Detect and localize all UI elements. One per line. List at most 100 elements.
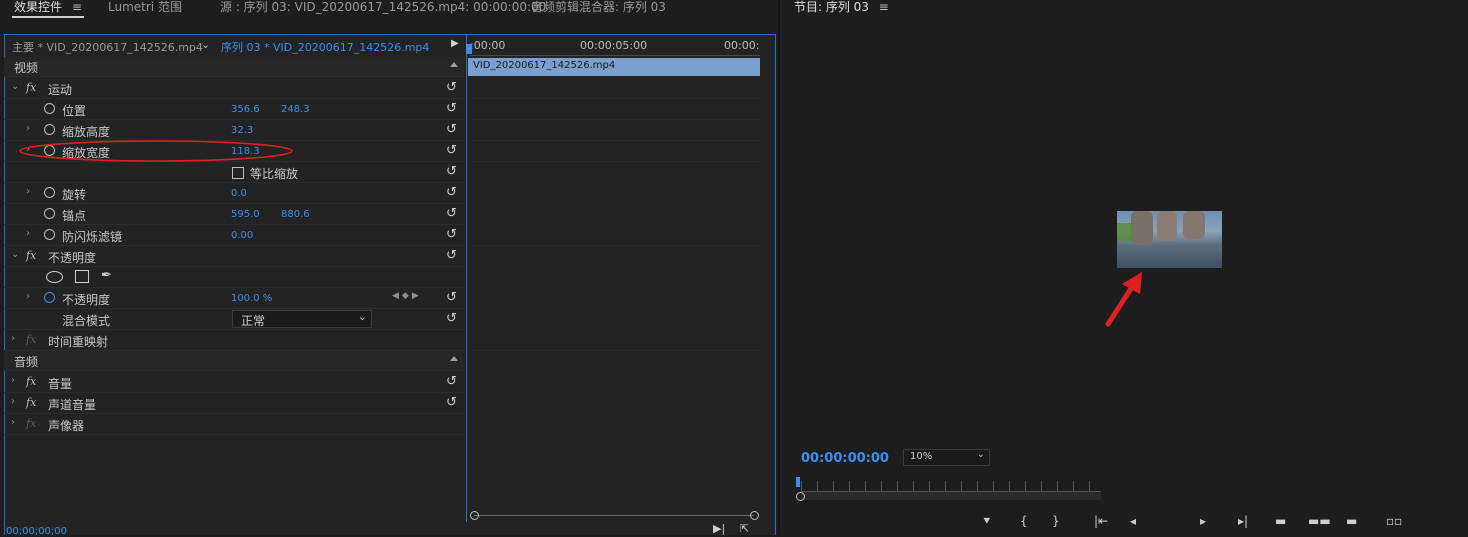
chevron-right-icon[interactable]: ›: [11, 375, 15, 386]
timeline-scrollbar[interactable]: [474, 515, 754, 516]
tab-audio-mixer[interactable]: 音频剪辑混合器: 序列 03: [531, 0, 666, 20]
effect-opacity[interactable]: ⌄ fx 不透明度 ↺: [4, 246, 464, 267]
section-video[interactable]: 视频: [4, 57, 464, 77]
section-video-label: 视频: [14, 61, 39, 75]
go-to-in-icon[interactable]: |⇤: [1094, 514, 1108, 528]
scale-height-value[interactable]: 32.3: [231, 125, 253, 136]
reset-icon[interactable]: ↺: [446, 311, 457, 326]
chevron-down-icon[interactable]: ⌄: [11, 249, 19, 260]
reset-icon[interactable]: ↺: [446, 248, 457, 263]
keyframe-nav-icon[interactable]: ◀◆▶: [392, 291, 422, 301]
fx-toggle-icon[interactable]: fx: [26, 249, 36, 262]
button-editor-icon[interactable]: ▫▫: [1386, 514, 1402, 528]
pen-mask-icon[interactable]: ✒: [101, 268, 112, 283]
sequence-dropdown-icon[interactable]: ⌄: [201, 38, 210, 51]
chevron-right-icon[interactable]: ›: [11, 417, 15, 428]
property-label: 锚点: [62, 209, 87, 223]
timeline-clip-name: VID_20200617_142526.mp4: [473, 60, 616, 71]
effect-panner-label: 声像器: [48, 419, 85, 433]
reset-icon[interactable]: ↺: [446, 164, 457, 179]
property-uniform-scale: 等比缩放 ↺: [4, 162, 464, 183]
chevron-right-icon[interactable]: ›: [11, 333, 15, 344]
uniform-scale-checkbox[interactable]: [232, 167, 244, 179]
tab-source[interactable]: 源 : 序列 03: VID_20200617_142526.mp4: 00:0…: [220, 0, 546, 20]
panel-menu-icon[interactable]: ≡: [72, 0, 82, 14]
zoom-select[interactable]: 10% ⌄: [903, 449, 990, 466]
program-video-frame[interactable]: [1117, 211, 1222, 268]
reset-icon[interactable]: ↺: [446, 374, 457, 389]
step-forward-icon[interactable]: ▸|: [1238, 514, 1248, 528]
tab-lumetri[interactable]: Lumetri 范围: [108, 0, 182, 20]
play-only-audio-icon[interactable]: ▶|: [713, 522, 725, 535]
reset-icon[interactable]: ↺: [446, 290, 457, 305]
play-clip-icon[interactable]: ▶: [451, 38, 459, 49]
fx-toggle-icon[interactable]: fx: [26, 81, 36, 94]
export-frame-icon[interactable]: ▬: [1346, 514, 1357, 528]
chevron-right-icon[interactable]: ›: [26, 228, 30, 239]
effect-opacity-label: 不透明度: [48, 251, 97, 265]
stopwatch-active-icon[interactable]: [44, 292, 55, 303]
program-menu-icon[interactable]: ≡: [879, 0, 889, 14]
scrollbar-handle-right[interactable]: [750, 511, 759, 520]
section-audio[interactable]: 音频: [4, 351, 464, 371]
chevron-right-icon[interactable]: ›: [26, 291, 30, 302]
reset-icon[interactable]: ↺: [446, 80, 457, 95]
export-frame-icon[interactable]: ⇱: [740, 522, 749, 535]
effect-time-remap[interactable]: › fx 时间重映射: [4, 330, 464, 351]
stopwatch-icon[interactable]: [44, 124, 55, 135]
lift-icon[interactable]: ▬: [1275, 514, 1286, 528]
anchor-y-value[interactable]: 880.6: [281, 209, 310, 220]
fx-toggle-icon[interactable]: fx: [26, 396, 36, 409]
stopwatch-icon[interactable]: [44, 229, 55, 240]
program-scroll-handle[interactable]: [796, 492, 805, 501]
bottom-timecode[interactable]: 00;00;00;00: [6, 526, 67, 537]
play-icon[interactable]: ▸: [1200, 514, 1206, 528]
position-x-value[interactable]: 356.6: [231, 104, 260, 115]
collapse-triangle-icon[interactable]: [450, 356, 458, 361]
program-playhead[interactable]: [796, 477, 800, 487]
timeline-clip-bar[interactable]: VID_20200617_142526.mp4: [468, 58, 760, 76]
chevron-right-icon[interactable]: ›: [26, 186, 30, 197]
stopwatch-icon[interactable]: [44, 208, 55, 219]
chevron-down-icon[interactable]: ⌄: [11, 81, 19, 92]
reset-icon[interactable]: ↺: [446, 227, 457, 242]
reset-icon[interactable]: ↺: [446, 395, 457, 410]
ellipse-mask-icon[interactable]: [46, 271, 63, 283]
program-scrollbar[interactable]: [801, 492, 1101, 500]
sequence-clip-label[interactable]: 序列 03 * VID_20200617_142526.mp4: [221, 39, 429, 55]
effect-motion[interactable]: ⌄ fx 运动 ↺: [4, 78, 464, 99]
collapse-triangle-icon[interactable]: [450, 62, 458, 67]
playhead-marker[interactable]: [466, 44, 472, 54]
fx-toggle-icon[interactable]: fx: [26, 375, 36, 388]
add-marker-icon[interactable]: ⯆: [982, 514, 992, 529]
position-y-value[interactable]: 248.3: [281, 104, 310, 115]
step-back-icon[interactable]: ◂: [1130, 514, 1136, 528]
chevron-right-icon[interactable]: ›: [11, 396, 15, 407]
effect-panner[interactable]: › fx 声像器: [4, 414, 464, 435]
reset-icon[interactable]: ↺: [446, 206, 457, 221]
blend-mode-select[interactable]: 正常 ⌄: [232, 310, 372, 328]
effect-volume[interactable]: › fx 音量 ↺: [4, 372, 464, 393]
antiflicker-value[interactable]: 0.00: [231, 230, 253, 241]
effect-channel-volume[interactable]: › fx 声道音量 ↺: [4, 393, 464, 414]
scrollbar-handle-left[interactable]: [470, 511, 479, 520]
stopwatch-icon[interactable]: [44, 103, 55, 114]
rotation-value[interactable]: 0.0: [231, 188, 247, 199]
rectangle-mask-icon[interactable]: [75, 270, 89, 283]
chevron-right-icon[interactable]: ›: [26, 123, 30, 134]
program-timecode[interactable]: 00:00:00:00: [801, 451, 889, 466]
mark-out-icon[interactable]: }: [1052, 514, 1060, 528]
reset-icon[interactable]: ↺: [446, 122, 457, 137]
anchor-x-value[interactable]: 595.0: [231, 209, 260, 220]
reset-icon[interactable]: ↺: [446, 101, 457, 116]
stopwatch-icon[interactable]: [44, 187, 55, 198]
program-ruler[interactable]: [801, 481, 1101, 492]
extract-icon[interactable]: ▬▬: [1308, 514, 1331, 528]
mark-in-icon[interactable]: {: [1020, 514, 1028, 528]
reset-icon[interactable]: ↺: [446, 143, 457, 158]
fx-toggle-icon: fx: [26, 333, 37, 346]
reset-icon[interactable]: ↺: [446, 185, 457, 200]
master-clip-label[interactable]: 主要 * VID_20200617_142526.mp4: [12, 39, 203, 55]
opacity-value[interactable]: 100.0 %: [231, 293, 272, 304]
tab-program[interactable]: 节目: 序列 03 ≡: [794, 0, 889, 20]
